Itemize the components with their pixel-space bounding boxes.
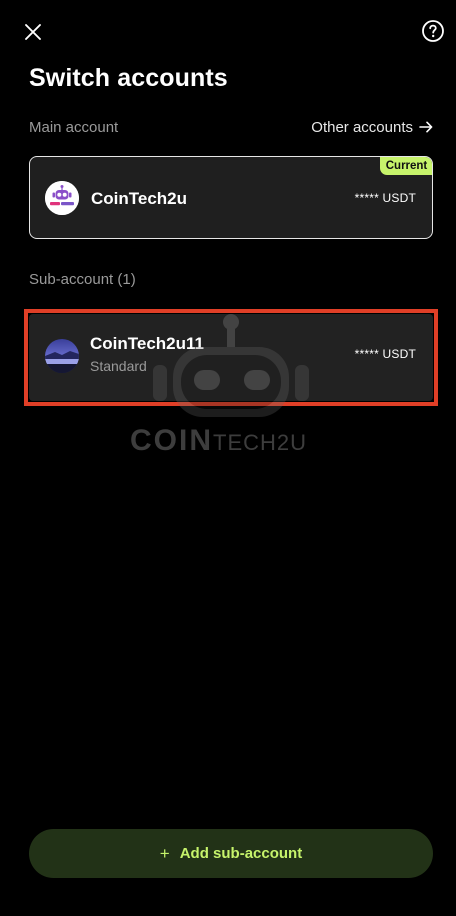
- selection-highlight: [24, 309, 438, 406]
- help-button[interactable]: [419, 17, 447, 45]
- main-account-card[interactable]: Current CoinTech2u ***** USDT: [29, 156, 433, 239]
- close-button[interactable]: [20, 19, 46, 45]
- sub-account-label: Sub-account (1): [29, 271, 136, 288]
- help-circle-icon: [422, 20, 444, 42]
- switch-accounts-screen: Switch accounts Main account Other accou…: [0, 0, 456, 916]
- close-icon: [25, 24, 41, 40]
- watermark-coin: COIN: [130, 424, 213, 457]
- main-account-header: Main account Other accounts: [29, 116, 433, 138]
- page-title: Switch accounts: [29, 64, 228, 92]
- top-bar: [0, 0, 456, 62]
- current-badge: Current: [380, 157, 432, 175]
- add-sub-account-button[interactable]: + Add sub-account: [29, 829, 433, 878]
- other-accounts-link[interactable]: Other accounts: [311, 119, 433, 136]
- main-account-name: CoinTech2u: [91, 189, 188, 208]
- add-sub-account-label: Add sub-account: [179, 845, 303, 862]
- main-account-avatar: [45, 181, 79, 215]
- coin-tech-watermark: COINTECH2U: [130, 424, 307, 458]
- plus-icon: +: [159, 844, 170, 863]
- other-accounts-label: Other accounts: [311, 118, 413, 136]
- watermark-tech: TECH2U: [213, 430, 308, 455]
- robot-logo-avatar: [45, 181, 79, 215]
- main-account-label: Main account: [29, 118, 119, 136]
- main-account-balance: ***** USDT: [354, 191, 416, 205]
- arrow-right-icon: [419, 121, 433, 133]
